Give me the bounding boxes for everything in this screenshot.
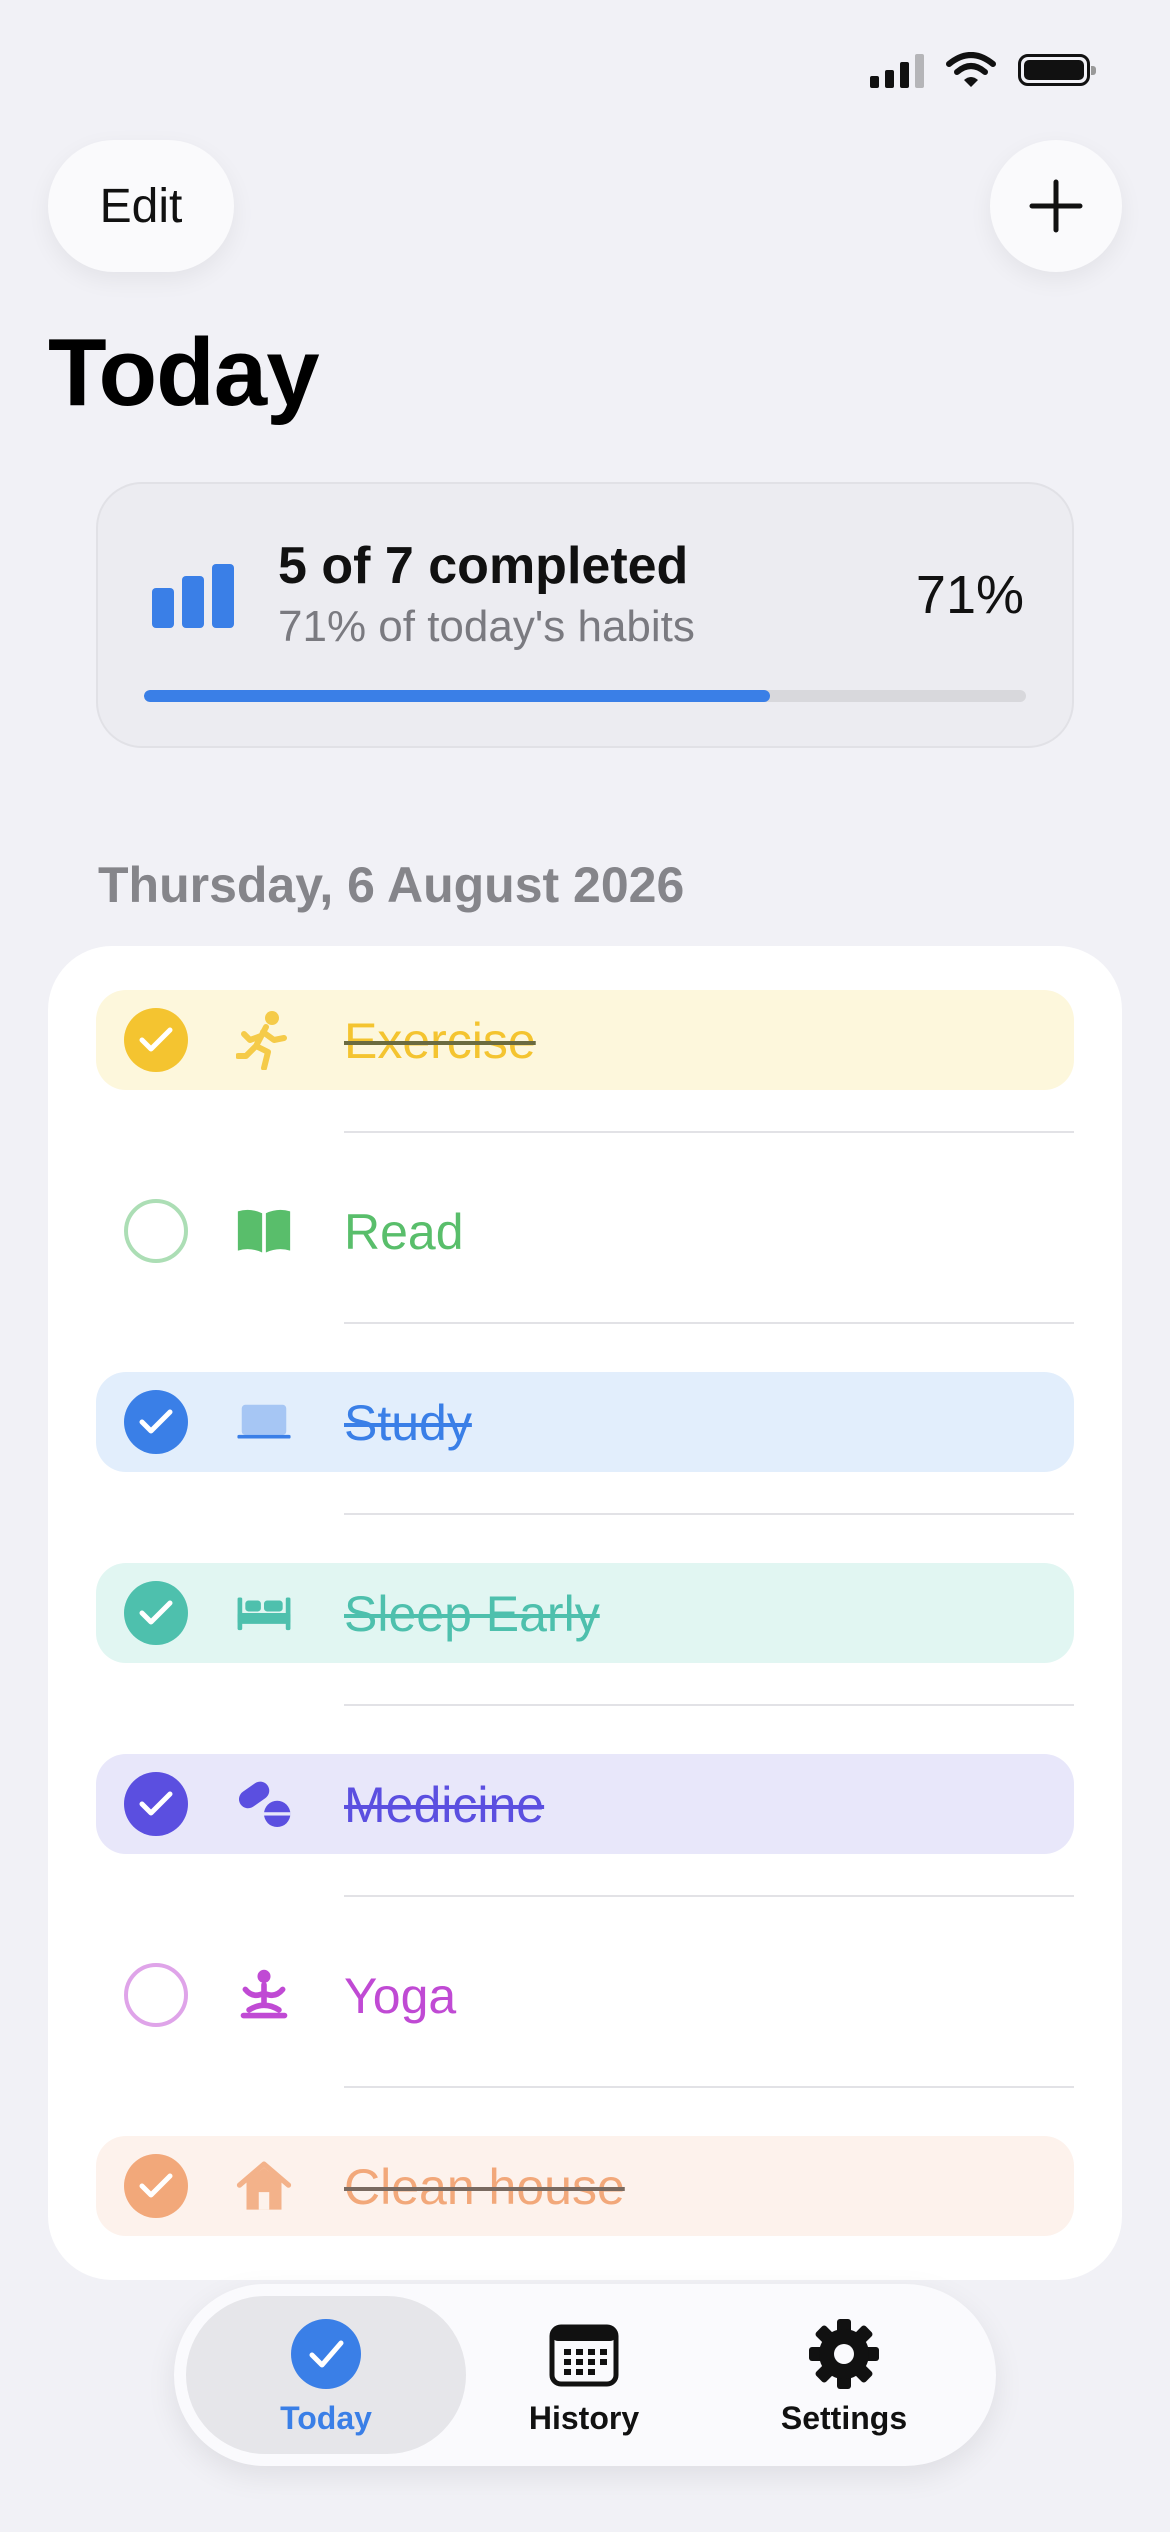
habit-label: Study xyxy=(344,1395,472,1451)
battery-icon xyxy=(1018,54,1096,86)
book-icon xyxy=(236,1203,292,1259)
checkmark-icon xyxy=(139,2173,173,2198)
cellular-signal-icon xyxy=(870,52,924,88)
checkmark-icon xyxy=(139,1600,173,1625)
laptop-icon xyxy=(236,1394,292,1450)
progress-headline: 5 of 7 completed xyxy=(278,537,689,595)
tab-today-label: Today xyxy=(280,2400,372,2436)
progress-subtitle: 71% of today's habits xyxy=(278,602,695,651)
row-divider xyxy=(344,1322,1074,1324)
checkmark-circle-icon xyxy=(291,2319,361,2389)
habit-row-exercise[interactable]: Exercise xyxy=(96,990,1074,1090)
habit-label: Yoga xyxy=(344,1968,457,2024)
habit-checkbox-checked[interactable] xyxy=(124,1581,188,1645)
progress-card: 5 of 7 completed 71% of today's habits 7… xyxy=(96,482,1074,748)
progress-percent: 71% xyxy=(915,565,1024,625)
row-divider xyxy=(344,1131,1074,1133)
habit-checkbox-checked[interactable] xyxy=(124,1390,188,1454)
row-divider xyxy=(344,2086,1074,2088)
pills-icon xyxy=(236,1776,292,1832)
wifi-icon xyxy=(946,52,996,87)
row-divider xyxy=(344,1513,1074,1515)
page-title: Today xyxy=(48,319,320,426)
progress-bar-fill xyxy=(144,690,771,702)
row-divider xyxy=(344,1895,1074,1897)
checkmark-icon xyxy=(139,1409,173,1434)
habit-row-yoga[interactable]: Yoga xyxy=(96,1945,1074,2045)
tab-history[interactable]: History xyxy=(444,2296,724,2454)
calendar-icon xyxy=(549,2324,619,2387)
checkmark-icon xyxy=(139,1027,173,1052)
tab-settings-label: Settings xyxy=(780,2400,908,2436)
habit-checkbox-checked[interactable] xyxy=(124,1772,188,1836)
habit-row-medicine[interactable]: Medicine xyxy=(96,1754,1074,1854)
plus-icon xyxy=(1029,179,1083,233)
habit-row-clean-house[interactable]: Clean house xyxy=(96,2136,1074,2236)
habit-checkbox-checked[interactable] xyxy=(124,2154,188,2218)
habit-label: Clean house xyxy=(344,2159,625,2215)
add-habit-button[interactable] xyxy=(990,140,1122,272)
habit-label: Read xyxy=(344,1204,464,1260)
habit-checkbox-unchecked[interactable] xyxy=(124,1199,188,1263)
edit-button[interactable]: Edit xyxy=(48,140,234,272)
progress-bar xyxy=(144,690,1026,702)
habit-label: Exercise xyxy=(344,1013,536,1069)
habit-checkbox-unchecked[interactable] xyxy=(124,1963,188,2027)
house-icon xyxy=(236,2158,292,2214)
checkmark-icon xyxy=(139,1791,173,1816)
tab-settings[interactable]: Settings xyxy=(704,2296,984,2454)
row-divider xyxy=(344,1704,1074,1706)
habit-label: Sleep Early xyxy=(344,1586,600,1642)
habit-row-sleep-early[interactable]: Sleep Early xyxy=(96,1563,1074,1663)
habit-row-study[interactable]: Study xyxy=(96,1372,1074,1472)
gear-icon xyxy=(809,2319,879,2389)
running-icon xyxy=(236,1011,292,1070)
habit-checkbox-checked[interactable] xyxy=(124,1008,188,1072)
tab-today[interactable]: Today xyxy=(186,2296,466,2454)
yoga-icon xyxy=(236,1967,292,2023)
habit-label: Medicine xyxy=(344,1777,545,1833)
habit-row-read[interactable]: Read xyxy=(96,1181,1074,1281)
date-heading: Thursday, 6 August 2026 xyxy=(98,857,685,913)
tab-history-label: History xyxy=(528,2400,640,2436)
status-bar xyxy=(870,52,1096,88)
tab-bar: Today History Settings xyxy=(174,2284,996,2466)
habit-list: Exercise Read Study Sleep Early Medicine Yoga… xyxy=(48,946,1122,2280)
bed-icon xyxy=(236,1585,292,1641)
bar-chart-icon xyxy=(152,564,234,628)
